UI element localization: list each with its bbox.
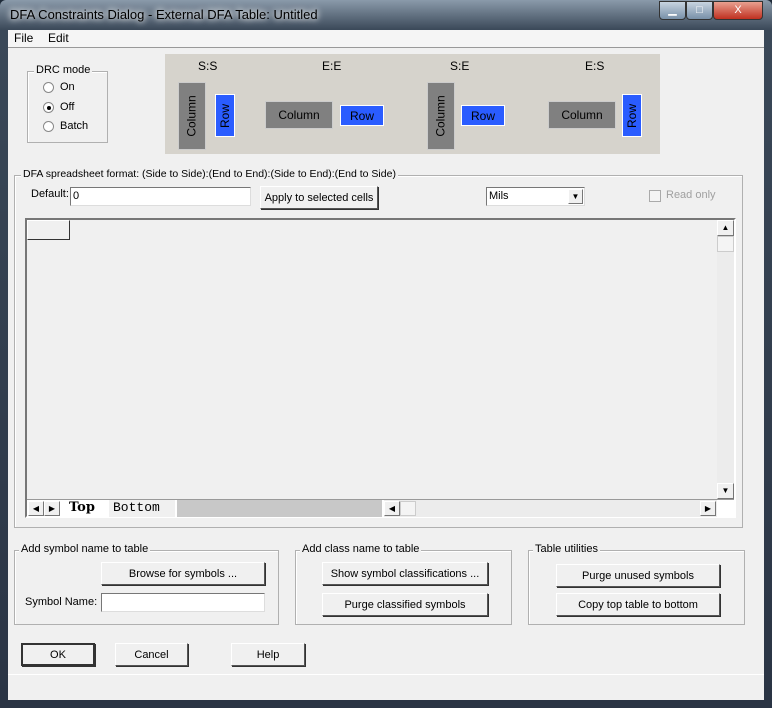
ss-column-label: Column (185, 95, 200, 137)
se-column: Column (427, 82, 455, 150)
ee-column-label: Column (278, 108, 320, 122)
table-utilities-label: Table utilities (533, 543, 600, 555)
tab-bottom[interactable]: Bottom (109, 500, 175, 517)
read-only-label: Read only (666, 189, 716, 201)
add-class-group: Add class name to table Show symbol clas… (295, 543, 512, 625)
label-ss: S:S (198, 59, 218, 73)
units-value: Mils (489, 190, 509, 202)
se-row: Row (461, 105, 505, 126)
ss-row-label: Row (218, 103, 233, 128)
copy-top-table-to-bottom-button[interactable]: Copy top table to bottom (556, 593, 720, 616)
symbol-name-label: Symbol Name: (25, 596, 98, 608)
drc-mode-label: DRC mode (34, 64, 93, 76)
maximize-button[interactable]: □ (686, 1, 713, 20)
window-title: DFA Constraints Dialog - External DFA Ta… (10, 7, 318, 22)
menu-file[interactable]: File (14, 31, 33, 45)
tab-bar-spacer (177, 500, 382, 517)
default-value-input[interactable]: 0 (70, 187, 251, 206)
radio-on-label: On (60, 81, 75, 93)
symbol-name-input[interactable] (101, 593, 265, 612)
purge-unused-symbols-button[interactable]: Purge unused symbols (556, 564, 720, 587)
table-utilities-group: Table utilities Purge unused symbols Cop… (528, 543, 745, 625)
es-row: Row (622, 94, 642, 137)
add-symbol-label: Add symbol name to table (19, 543, 151, 555)
read-only-checkbox[interactable] (649, 190, 661, 202)
constraint-diagram: S:S Column Row E:E Column Row S:E Column… (165, 54, 660, 154)
ee-column: Column (265, 101, 333, 129)
es-column-label: Column (561, 108, 603, 122)
radio-batch[interactable] (43, 121, 54, 132)
radio-selected-dot (47, 106, 51, 110)
tab-scroll-right-icon[interactable]: ▶ (44, 501, 60, 516)
add-symbol-group: Add symbol name to table Browse for symb… (14, 543, 279, 625)
vertical-scroll-thumb[interactable] (717, 236, 734, 252)
ok-button[interactable]: OK (21, 643, 95, 666)
scroll-down-icon[interactable]: ▼ (717, 483, 734, 499)
default-label: Default: (31, 188, 69, 200)
radio-off[interactable] (43, 102, 54, 113)
radio-on[interactable] (43, 82, 54, 93)
apply-to-selected-cells-button[interactable]: Apply to selected cells (260, 186, 378, 209)
label-ee: E:E (322, 59, 342, 73)
tab-scroll-left-icon[interactable]: ◀ (28, 501, 44, 516)
es-column: Column (548, 101, 616, 129)
client-area: DRC mode On Off Batch S:S Column Row E:E… (8, 48, 764, 700)
label-se: S:E (450, 59, 470, 73)
drc-mode-group: DRC mode On Off Batch (27, 64, 108, 143)
spreadsheet-grid[interactable]: ▲ ▼ ◀ ▶ Top Bottom ◀ ▶ (25, 218, 736, 518)
radio-batch-label: Batch (60, 120, 89, 132)
scroll-up-icon[interactable]: ▲ (717, 220, 734, 236)
se-row-label: Row (470, 108, 495, 123)
chevron-down-icon[interactable]: ▼ (568, 189, 583, 204)
horizontal-scroll-thumb[interactable] (400, 501, 416, 516)
tab-top[interactable]: Top (63, 500, 107, 517)
spreadsheet-group: DFA spreadsheet format: (Side to Side):(… (14, 168, 743, 528)
ee-row: Row (340, 105, 384, 126)
status-divider (8, 674, 764, 675)
vertical-scrollbar[interactable]: ▲ ▼ (717, 220, 734, 499)
add-class-label: Add class name to table (300, 543, 422, 555)
show-symbol-classifications-button[interactable]: Show symbol classifications ... (322, 562, 488, 585)
corner-cell[interactable] (27, 220, 70, 240)
cancel-button[interactable]: Cancel (115, 643, 188, 666)
ee-row-label: Row (349, 108, 374, 123)
scroll-right-icon[interactable]: ▶ (700, 501, 716, 516)
help-button[interactable]: Help (231, 643, 305, 666)
horizontal-scrollbar[interactable]: ◀ ▶ (384, 500, 717, 517)
sheet-tab-bar: ◀ ▶ Top Bottom ◀ ▶ (27, 499, 734, 517)
spreadsheet-format-label: DFA spreadsheet format: (Side to Side):(… (21, 168, 398, 180)
label-es: E:S (585, 59, 605, 73)
radio-off-label: Off (60, 101, 75, 113)
scroll-left-icon[interactable]: ◀ (384, 501, 400, 516)
menu-bar: File Edit (8, 30, 764, 48)
purge-classified-symbols-button[interactable]: Purge classified symbols (322, 593, 488, 616)
menu-edit[interactable]: Edit (48, 31, 69, 45)
es-row-label: Row (625, 103, 640, 128)
ss-row: Row (215, 94, 235, 137)
browse-symbols-button[interactable]: Browse for symbols ... (101, 562, 265, 585)
status-bar (8, 676, 764, 700)
se-column-label: Column (434, 95, 449, 137)
close-button[interactable]: X (713, 1, 763, 20)
minimize-button[interactable]: ▁ (659, 1, 686, 20)
ss-column: Column (178, 82, 206, 150)
units-select[interactable]: Mils ▼ (486, 187, 585, 206)
